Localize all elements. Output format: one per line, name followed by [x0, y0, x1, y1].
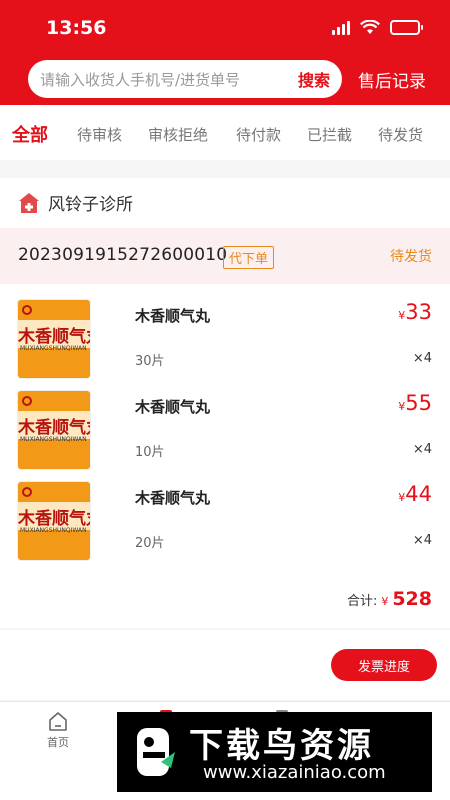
order-card[interactable]: 风铃子诊所 2023091915272600010 代下单 待发货 木香顺气丸 … — [0, 178, 450, 628]
product-image-title: 木香顺气丸 — [18, 509, 90, 529]
home-icon — [49, 712, 67, 731]
tab-pending-review[interactable]: 待审核 — [77, 124, 122, 145]
clinic-icon — [19, 192, 39, 213]
order-item[interactable]: 木香顺气丸 MUXIANGSHUNQIWAN 木香顺气丸 20片 ¥44 ×4 — [0, 476, 450, 566]
order-status: 待发货 — [390, 249, 432, 265]
product-name: 木香顺气丸 — [135, 398, 211, 416]
search-button[interactable]: 搜索 — [298, 67, 330, 91]
bird-logo-icon — [137, 728, 175, 776]
order-total: 合计: ¥ 528 — [347, 588, 432, 610]
product-image: 木香顺气丸 MUXIANGSHUNQIWAN — [18, 391, 90, 469]
status-time: 13:56 — [46, 17, 107, 39]
search-placeholder: 请输入收货人手机号/进货单号 — [40, 70, 241, 89]
wifi-icon — [360, 20, 380, 34]
nav-home-label: 首页 — [47, 736, 69, 749]
watermark-url: www.xiazainiao.com — [203, 762, 386, 783]
status-icons — [332, 20, 423, 35]
battery-icon — [390, 20, 423, 35]
shop-name: 风铃子诊所 — [48, 195, 133, 215]
signal-icon — [332, 20, 350, 35]
status-bar: 13:56 — [0, 0, 450, 56]
nav-home[interactable]: 首页 — [38, 710, 78, 750]
after-sale-link[interactable]: 售后记录 — [358, 67, 426, 92]
watermark-banner: 下载鸟资源 www.xiazainiao.com — [117, 712, 432, 792]
tab-all[interactable]: 全部 — [12, 121, 48, 147]
total-currency: ¥ — [381, 595, 389, 608]
tab-pending-shipment[interactable]: 待发货 — [378, 124, 423, 145]
search-input[interactable]: 请输入收货人手机号/进货单号 搜索 — [28, 60, 342, 98]
product-image-title: 木香顺气丸 — [18, 327, 90, 347]
order-status-tabs: 全部 待审核 审核拒绝 待付款 已拦截 待发货 — [0, 105, 450, 160]
product-name: 木香顺气丸 — [135, 307, 211, 325]
product-spec: 10片 — [135, 445, 165, 460]
product-price: ¥55 — [398, 391, 432, 415]
order-tag-badge: 代下单 — [223, 246, 275, 269]
product-spec: 20片 — [135, 536, 165, 551]
invoice-progress-button[interactable]: 发票进度 — [331, 649, 437, 681]
total-label: 合计: — [346, 594, 378, 609]
product-image-subtitle: MUXIANGSHUNQIWAN — [20, 527, 87, 534]
product-name: 木香顺气丸 — [135, 489, 211, 507]
order-number: 2023091915272600010 — [18, 245, 228, 265]
product-image-subtitle: MUXIANGSHUNQIWAN — [20, 436, 87, 443]
price-value: 44 — [405, 482, 432, 506]
watermark-title: 下载鸟资源 — [189, 726, 374, 766]
product-quantity: ×4 — [412, 533, 432, 548]
order-actions: 发票进度 — [0, 630, 450, 700]
product-image: 木香顺气丸 MUXIANGSHUNQIWAN — [18, 300, 90, 378]
product-quantity: ×4 — [412, 351, 432, 366]
tab-intercepted[interactable]: 已拦截 — [307, 124, 352, 145]
product-price: ¥33 — [398, 300, 432, 324]
order-header: 2023091915272600010 代下单 待发货 — [0, 228, 450, 284]
product-image-title: 木香顺气丸 — [18, 418, 90, 438]
tab-pending-payment[interactable]: 待付款 — [236, 124, 281, 145]
product-image-subtitle: MUXIANGSHUNQIWAN — [20, 345, 87, 352]
product-image: 木香顺气丸 MUXIANGSHUNQIWAN — [18, 482, 90, 560]
product-spec: 30片 — [135, 354, 165, 369]
order-item[interactable]: 木香顺气丸 MUXIANGSHUNQIWAN 木香顺气丸 10片 ¥55 ×4 — [0, 385, 450, 475]
tab-review-rejected[interactable]: 审核拒绝 — [148, 124, 208, 145]
app-header: 13:56 请输入收货人手机号/进货单号 搜索 售后记录 — [0, 0, 450, 105]
product-price: ¥44 — [398, 482, 432, 506]
total-amount: 528 — [392, 588, 432, 610]
shop-row: 风铃子诊所 — [18, 190, 133, 215]
order-item[interactable]: 木香顺气丸 MUXIANGSHUNQIWAN 木香顺气丸 30片 ¥33 ×4 — [0, 294, 450, 384]
price-value: 55 — [405, 391, 432, 415]
price-value: 33 — [405, 300, 432, 324]
product-quantity: ×4 — [412, 442, 432, 457]
